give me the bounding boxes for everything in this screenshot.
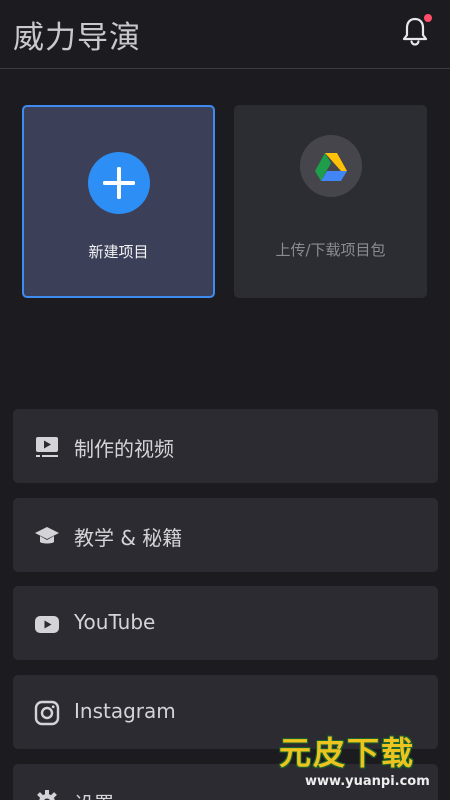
menu-label: 教学 & 秘籍: [74, 526, 183, 550]
youtube-icon: [35, 616, 59, 633]
page-title: 威力导演: [13, 20, 141, 56]
menu-label: Instagram: [74, 699, 176, 723]
watermark-url: www.yuanpi.com: [305, 774, 430, 789]
menu-label: 制作的视频: [74, 437, 174, 461]
new-project-label: 新建项目: [88, 243, 149, 261]
upload-download-label: 上传/下载项目包: [275, 241, 386, 259]
app-header: 威力导演: [0, 0, 450, 69]
notification-badge: [424, 14, 432, 22]
google-drive-icon: [299, 135, 362, 197]
plus-icon: [87, 152, 150, 214]
menu-item-youtube[interactable]: YouTube: [13, 586, 438, 660]
menu-label: 设置: [74, 788, 114, 800]
video-library-icon: [36, 437, 58, 457]
new-project-button[interactable]: 新建项目: [22, 105, 215, 298]
app-root: 威力导演 新建项目 上传/下载项目包 制作的视频 教学 & 秘籍 YouTube…: [0, 0, 450, 800]
menu-label: YouTube: [74, 610, 156, 634]
watermark-text: 元皮下载: [279, 734, 416, 772]
gear-icon: [37, 790, 57, 800]
upload-download-package-button[interactable]: 上传/下载项目包: [234, 105, 427, 298]
instagram-icon: [34, 700, 60, 726]
graduation-cap-icon: [35, 527, 59, 544]
menu-item-tutorials[interactable]: 教学 & 秘籍: [13, 498, 438, 572]
menu-item-produced-videos[interactable]: 制作的视频: [13, 409, 438, 483]
watermark-logo: 元皮下载 www.yuanpi.com: [263, 724, 448, 794]
